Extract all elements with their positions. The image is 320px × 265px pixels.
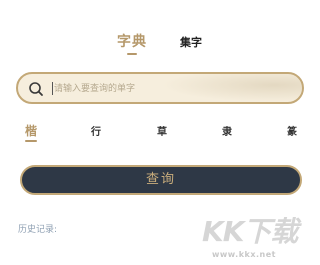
watermark-url: www.kkx.net [212,250,276,259]
tab-collect-characters[interactable]: 集字 [180,34,202,50]
style-zhuan[interactable]: 篆 [287,123,297,138]
top-tabs: 字典 集字 [0,31,320,61]
style-cao[interactable]: 草 [157,123,167,138]
text-cursor [52,82,53,95]
search-icon[interactable] [28,81,44,97]
style-kai[interactable]: 楷 [25,122,37,139]
active-tab-indicator [127,53,137,55]
calligraphy-style-selector: 楷 行 草 隶 篆 [0,123,320,147]
style-xing[interactable]: 行 [91,123,101,138]
tab-dictionary[interactable]: 字典 [117,31,147,51]
history-label: 历史记录: [18,225,58,235]
search-input[interactable] [54,79,284,99]
query-button[interactable]: 查询 [20,165,302,195]
style-li[interactable]: 隶 [222,123,232,138]
watermark: KK下载 www.kkx.net [198,210,318,262]
search-bar[interactable] [16,72,304,104]
active-style-indicator [25,140,37,142]
watermark-logo: KK下载 [202,215,298,248]
